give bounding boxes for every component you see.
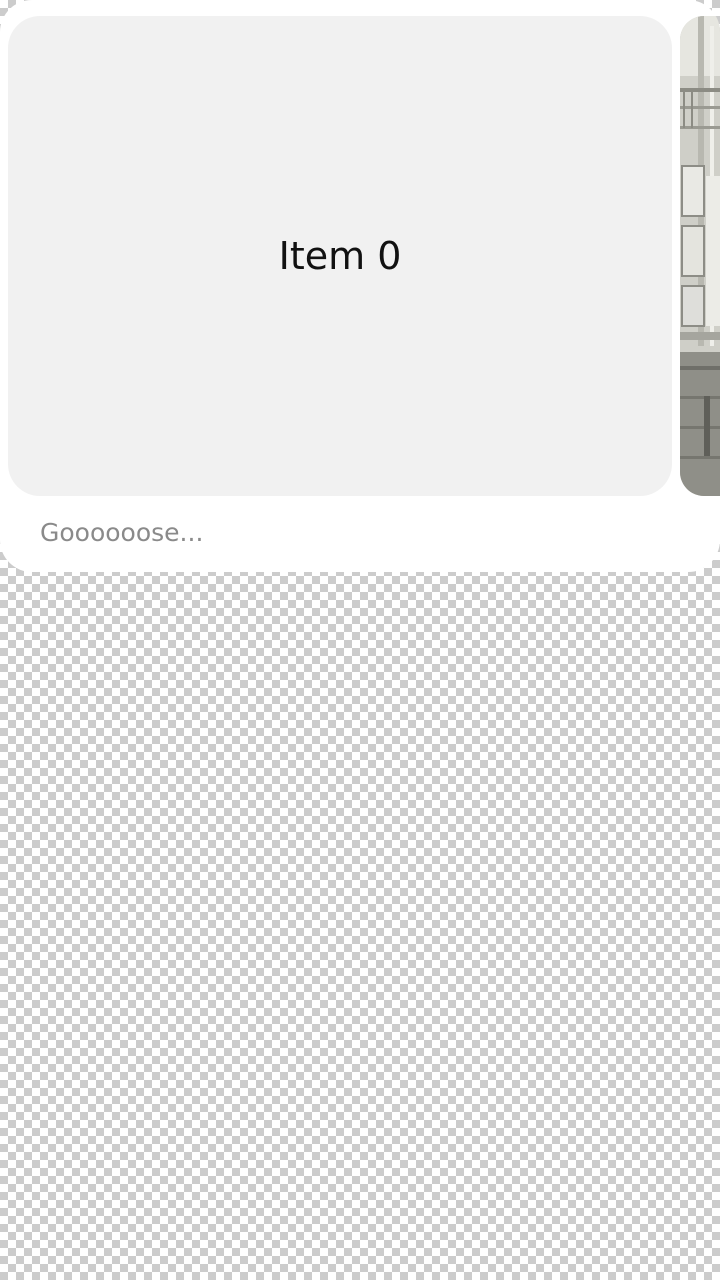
carousel-slide-next-photo[interactable] (680, 16, 720, 496)
gallery-card: Item 0 Goooooose... (0, 0, 720, 572)
image-carousel[interactable]: Item 0 (0, 0, 720, 500)
carousel-slide-0[interactable]: Item 0 (8, 16, 672, 496)
card-caption: Goooooose... (40, 518, 204, 547)
slide-label: Item 0 (278, 234, 402, 278)
building-photo-image (680, 16, 720, 496)
